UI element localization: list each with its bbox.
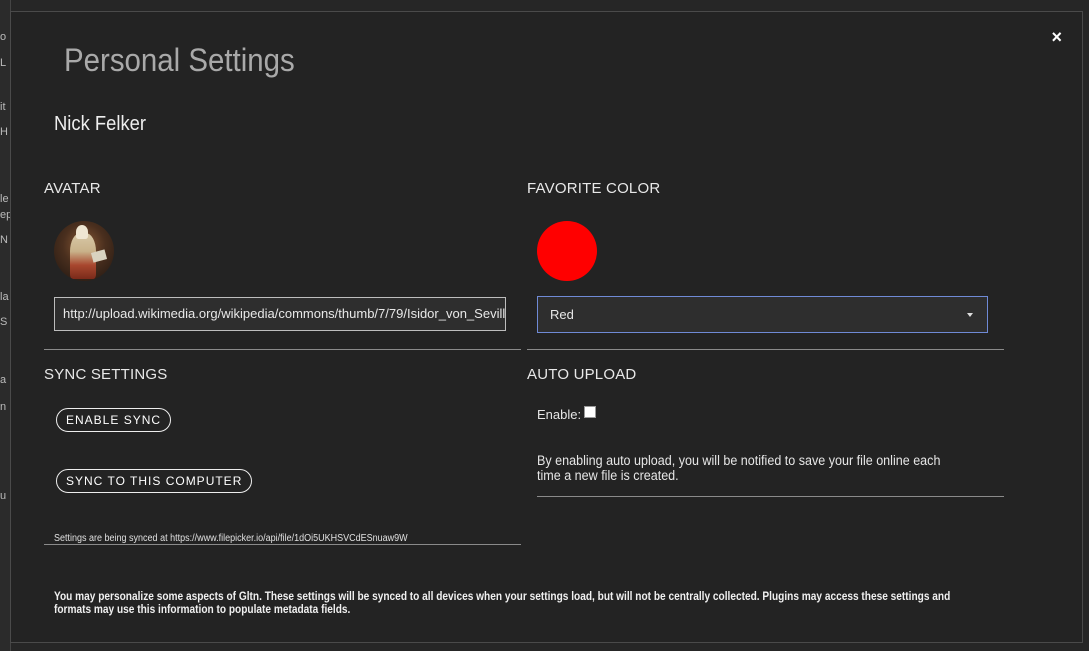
chevron-down-icon: [967, 313, 973, 317]
background-fragment: S: [0, 316, 8, 328]
favorite-color-select[interactable]: Red: [537, 296, 988, 333]
footer-note: You may personalize some aspects of Gltn…: [54, 591, 951, 616]
auto-upload-section-label: AUTO UPLOAD: [527, 366, 637, 383]
background-fragment: a: [0, 374, 7, 386]
background-fragment: la: [0, 291, 9, 303]
auto-upload-enable-row: Enable:: [537, 405, 597, 422]
avatar-section-label: AVATAR: [44, 180, 101, 197]
background-fragment: it: [0, 101, 6, 113]
enable-sync-button[interactable]: ENABLE SYNC: [56, 408, 172, 432]
dialog-title: Personal Settings: [64, 42, 295, 78]
divider: [44, 544, 521, 545]
divider: [527, 349, 1004, 350]
divider: [44, 349, 521, 350]
favorite-color-section-label: FAVORITE COLOR: [527, 180, 661, 197]
divider: [537, 496, 1004, 497]
auto-upload-checkbox[interactable]: [584, 405, 597, 418]
color-swatch: [537, 221, 597, 281]
background-fragment: H: [0, 126, 8, 138]
sync-to-this-computer-button[interactable]: SYNC TO THIS COMPUTER: [56, 469, 253, 493]
auto-upload-description: By enabling auto upload, you will be not…: [537, 453, 941, 483]
favorite-color-selected: Red: [550, 307, 574, 322]
auto-upload-enable-label: Enable:: [537, 407, 582, 422]
close-icon[interactable]: ×: [1051, 27, 1062, 48]
background-fragment: N: [0, 234, 8, 246]
background-fragment: L: [0, 57, 7, 69]
personal-settings-dialog: × Personal Settings Nick Felker AVATAR h…: [10, 11, 1083, 643]
avatar-url-input[interactable]: http://upload.wikimedia.org/wikipedia/co…: [54, 297, 506, 331]
background-fragment: n: [0, 401, 7, 413]
user-name: Nick Felker: [54, 113, 147, 135]
background-fragment: u: [0, 490, 7, 502]
avatar: [54, 221, 114, 281]
sync-section-label: SYNC SETTINGS: [44, 366, 168, 383]
background-fragment: le: [0, 193, 9, 205]
sync-status-note: Settings are being synced at https://www…: [54, 533, 408, 544]
background-fragment: o: [0, 31, 7, 43]
